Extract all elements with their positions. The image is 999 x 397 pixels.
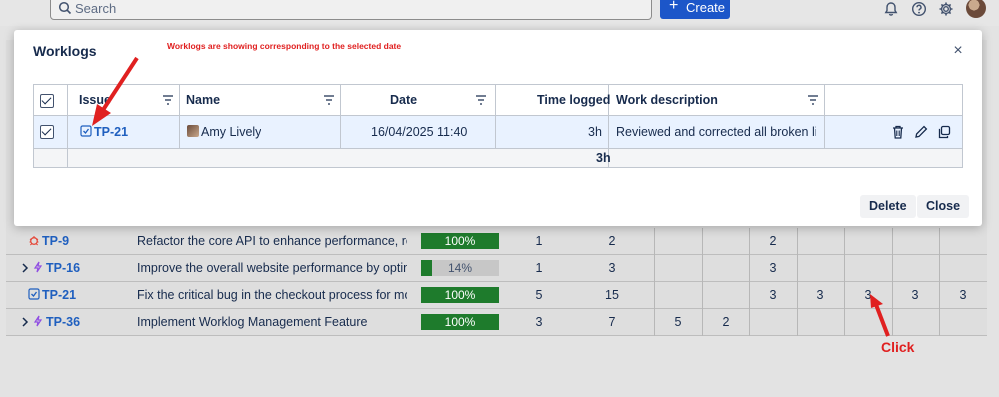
worklogs-dialog: Worklogs Worklogs are showing correspond… [14, 30, 982, 226]
chevron-right-icon[interactable] [20, 262, 30, 274]
estimate-cell: 1 [535, 261, 543, 275]
progress-bar: 100% [421, 314, 499, 330]
issue-key-cell[interactable]: TP-21 [28, 282, 76, 309]
progress-bar: 100% [421, 287, 499, 303]
table-row[interactable]: TP-36 Implement Worklog Management Featu… [6, 309, 987, 336]
logged-cell: 15 [605, 288, 619, 302]
user-avatar[interactable] [966, 0, 986, 18]
issue-summary: Refactor the core API to enhance perform… [137, 234, 407, 248]
progress-bar: 100% [421, 233, 499, 249]
day-cell[interactable]: 3 [753, 282, 793, 309]
column-header-work-description[interactable]: Work description [616, 85, 718, 116]
user-name-cell: Amy Lively [187, 116, 261, 149]
logged-cell: 7 [608, 315, 616, 329]
epic-bolt-icon [33, 261, 43, 273]
filter-icon[interactable] [475, 94, 487, 106]
user-avatar-small [187, 125, 199, 137]
day-cell[interactable]: 3 [895, 282, 935, 309]
estimate-cell: 1 [535, 234, 543, 248]
logged-cell: 2 [608, 234, 616, 248]
issue-key-cell[interactable]: TP-36 [32, 309, 80, 336]
table-row[interactable]: TP-9 Refactor the core API to enhance pe… [6, 228, 987, 255]
copy-icon[interactable] [937, 125, 951, 139]
task-checkbox-icon [28, 288, 40, 300]
issue-summary: Implement Worklog Management Feature [137, 315, 368, 329]
row-checkbox[interactable] [40, 125, 54, 139]
create-button-label: Create [686, 0, 726, 15]
estimate-cell: 5 [535, 288, 543, 302]
day-cell[interactable]: 5 [658, 309, 698, 336]
filter-icon[interactable] [323, 94, 335, 106]
close-icon[interactable]: × [951, 43, 965, 59]
issue-key: TP-16 [46, 261, 81, 275]
column-header-name[interactable]: Name [186, 85, 220, 116]
progress-text: 100% [444, 234, 476, 248]
click-annotation-text: Click [881, 339, 915, 355]
day-cell[interactable]: 2 [753, 228, 793, 255]
table-row[interactable]: TP-21 Fix the critical bug in the checko… [6, 282, 987, 309]
trash-icon[interactable] [891, 125, 905, 139]
issue-key: TP-9 [42, 234, 70, 248]
progress-text: 100% [444, 288, 476, 302]
top-navigation-bar: Search + Create [0, 0, 999, 26]
gear-icon[interactable] [938, 1, 954, 17]
issue-arrow-annotation [92, 56, 139, 126]
progress-text: 14% [447, 261, 473, 275]
issue-key: TP-21 [42, 288, 77, 302]
column-header-time-logged[interactable]: Time logged [537, 85, 610, 116]
table-row[interactable]: TP-16 Improve the overall website perfor… [6, 255, 987, 282]
filter-icon[interactable] [807, 94, 819, 106]
issue-key-cell[interactable]: TP-9 [28, 228, 69, 255]
total-time: 3h [596, 151, 611, 165]
column-header-date[interactable]: Date [390, 85, 417, 116]
issue-key: TP-36 [46, 315, 81, 329]
day-cell[interactable]: 3 [753, 255, 793, 282]
epic-bolt-icon [33, 315, 43, 327]
time-logged-cell: 3h [588, 125, 602, 139]
dialog-title: Worklogs [33, 43, 97, 59]
logged-cell: 3 [608, 261, 616, 275]
table-row[interactable] [34, 116, 962, 149]
worklogs-table: Issue Name Date Time logged Work descrip… [33, 84, 963, 168]
bug-icon [29, 236, 39, 246]
table-total-row [34, 149, 962, 167]
issue-summary: Fix the critical bug in the checkout pro… [137, 288, 407, 302]
day-cell[interactable]: 3 [800, 282, 840, 309]
date-cell: 16/04/2025 11:40 [371, 125, 468, 139]
delete-button[interactable]: Delete [860, 195, 916, 218]
plus-icon: + [669, 0, 679, 14]
help-icon[interactable] [911, 1, 927, 17]
day-cell[interactable]: 3 [943, 282, 983, 309]
chevron-right-icon[interactable] [20, 316, 30, 328]
search-placeholder: Search [75, 1, 117, 16]
estimate-cell: 3 [535, 315, 543, 329]
search-input[interactable]: Search [50, 0, 652, 20]
create-button[interactable]: + Create [660, 0, 730, 19]
bell-icon[interactable] [883, 1, 899, 17]
worklogs-annotation-text: Worklogs are showing corresponding to th… [167, 41, 402, 51]
edit-pencil-icon[interactable] [914, 125, 928, 139]
select-all-checkbox[interactable] [40, 94, 54, 108]
close-button[interactable]: Close [917, 195, 970, 218]
day-cell[interactable]: 2 [706, 309, 746, 336]
click-arrow-annotation [870, 294, 890, 337]
progress-text: 100% [444, 315, 476, 329]
issue-summary: Improve the overall website performance … [137, 261, 407, 275]
work-description-cell: Reviewed and corrected all broken lin... [616, 125, 816, 139]
user-name: Amy Lively [201, 125, 262, 139]
filter-icon[interactable] [162, 94, 174, 106]
progress-bar: 14% [421, 260, 499, 276]
search-icon [58, 1, 72, 15]
issue-key-cell[interactable]: TP-16 [32, 255, 80, 282]
